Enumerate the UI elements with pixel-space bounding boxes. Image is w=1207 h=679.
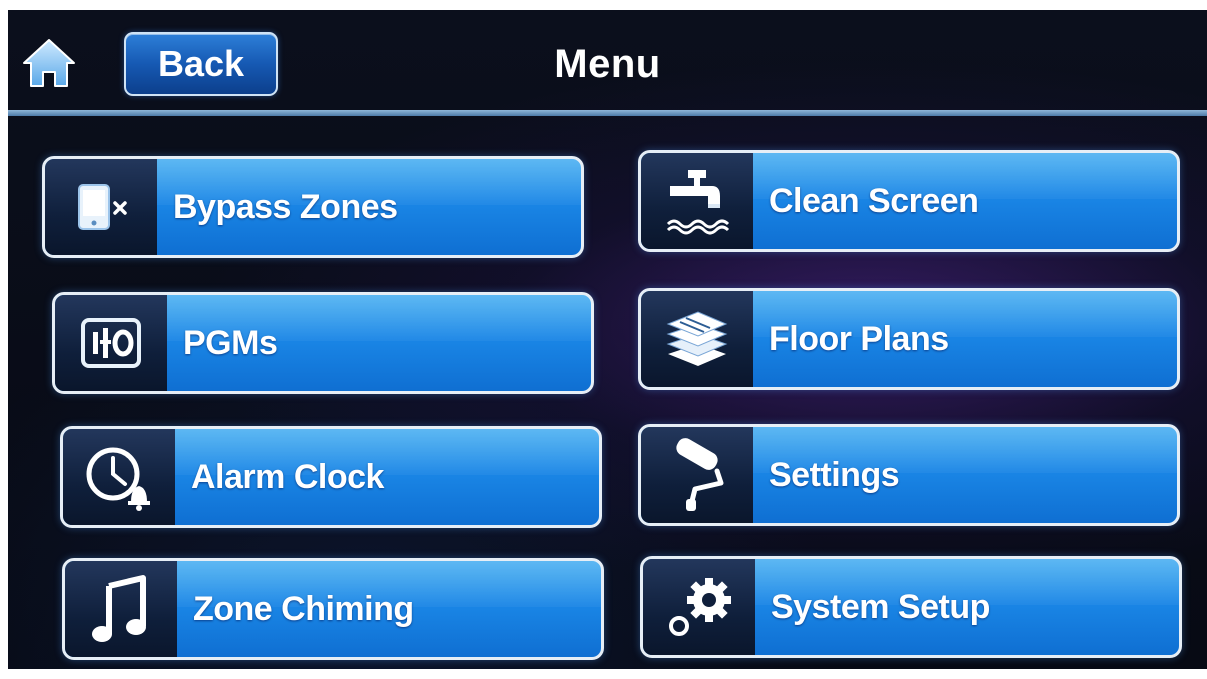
icon-panel — [641, 291, 753, 387]
faucet-icon — [666, 170, 730, 235]
bypass-zones-icon — [78, 184, 127, 230]
clean-screen-button[interactable]: Clean Screen — [638, 150, 1180, 252]
icon-panel — [641, 427, 753, 523]
menu-label: PGMs — [183, 323, 278, 362]
pgm-switch-icon — [81, 318, 141, 368]
icon-panel — [45, 159, 157, 255]
alarm-clock-button[interactable]: Alarm Clock — [60, 426, 602, 528]
menu-label: Alarm Clock — [191, 457, 384, 496]
menu-label: Floor Plans — [769, 319, 949, 358]
layers-icon — [666, 311, 728, 366]
icon-panel — [641, 153, 753, 249]
floor-plans-button[interactable]: Floor Plans — [638, 288, 1180, 390]
gears-icon — [669, 578, 731, 636]
system-setup-button[interactable]: System Setup — [640, 556, 1182, 658]
menu-label: Settings — [769, 455, 900, 494]
pgms-button[interactable]: PGMs — [52, 292, 594, 394]
settings-button[interactable]: Settings — [638, 424, 1180, 526]
paint-roller-icon — [676, 438, 724, 511]
zone-chiming-button[interactable]: Zone Chiming — [62, 558, 604, 660]
alarm-clock-icon — [86, 447, 150, 511]
menu-label: Zone Chiming — [193, 589, 414, 628]
icon-panel — [65, 561, 177, 657]
page-title: Menu — [554, 42, 661, 86]
bypass-zones-button[interactable]: Bypass Zones — [42, 156, 584, 258]
music-note-icon — [92, 575, 146, 642]
menu-label: System Setup — [771, 587, 990, 626]
header-divider — [8, 110, 1207, 116]
menu-label: Bypass Zones — [173, 187, 398, 226]
touchscreen: Back Menu Bypass Zones Clean Screen PGMs… — [8, 10, 1207, 669]
icon-panel — [643, 559, 755, 655]
menu-label: Clean Screen — [769, 181, 979, 220]
icon-panel — [63, 429, 175, 525]
icon-panel — [55, 295, 167, 391]
